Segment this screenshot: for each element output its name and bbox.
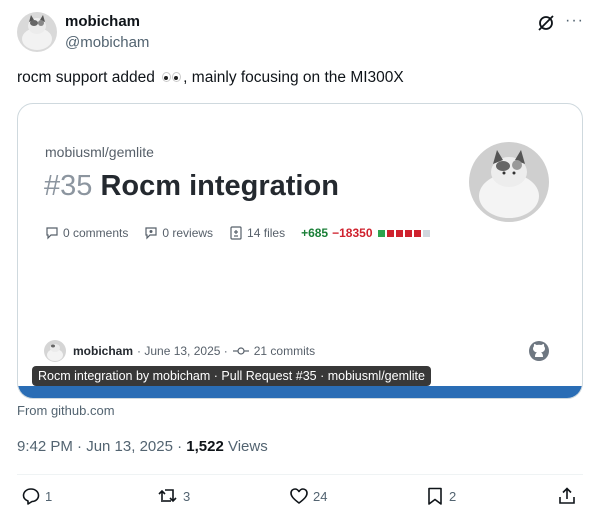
comment-icon <box>46 227 58 240</box>
diff-block <box>386 230 394 237</box>
views-label: Views <box>223 438 268 455</box>
author-display-name[interactable]: mobicham <box>65 13 140 30</box>
share-button[interactable] <box>557 486 581 506</box>
action-bar: 1 3 24 2 <box>17 486 583 510</box>
github-icon <box>528 340 550 362</box>
deletions: −18350 <box>332 226 373 240</box>
eyes-icon <box>160 69 182 83</box>
reply-icon <box>22 488 40 505</box>
files-count: 14 files <box>247 226 286 240</box>
files-stat: 14 files <box>229 226 285 240</box>
diff-block <box>404 230 412 237</box>
tweet-text-start: rocm support added <box>17 69 155 86</box>
repo-avatar <box>469 142 549 222</box>
like-button[interactable]: 24 <box>289 486 327 506</box>
repost-icon <box>158 489 177 503</box>
like-count: 24 <box>313 488 328 504</box>
diff-block <box>422 230 430 237</box>
reply-count: 1 <box>45 488 53 504</box>
pr-author-row: mobicham · June 13, 2025 · 21 commits <box>44 340 315 362</box>
timestamp[interactable]: 9:42 PM · Jun 13, 2025 · <box>17 438 186 455</box>
comments-count: 0 comments <box>63 226 129 240</box>
pr-name: Rocm integration <box>100 170 339 202</box>
diff-bar <box>377 226 432 240</box>
heart-icon <box>290 488 308 504</box>
author-avatar[interactable] <box>17 12 57 52</box>
pr-number: #35 <box>44 170 93 202</box>
card-caption: Rocm integration by mobicham · Pull Requ… <box>32 366 431 386</box>
review-icon <box>145 227 157 240</box>
pr-author-avatar <box>44 340 66 362</box>
repost-button[interactable]: 3 <box>157 486 190 506</box>
grok-icon[interactable] <box>537 14 555 32</box>
diff-block <box>377 230 385 237</box>
reviews-stat: 0 reviews <box>144 226 213 240</box>
additions: +685 <box>301 226 329 240</box>
views-count: 1,522 <box>186 438 224 455</box>
repo-name: mobiusml/gemlite <box>45 144 154 160</box>
more-icon[interactable]: ··· <box>565 12 584 30</box>
pr-stats: 0 comments 0 reviews 14 files +685 −1835… <box>45 226 432 240</box>
reviews-count: 0 reviews <box>162 226 214 240</box>
bookmark-count: 2 <box>449 488 457 504</box>
tweet-text: rocm support added , mainly focusing on … <box>17 69 404 87</box>
pr-author-name: mobicham <box>73 344 134 358</box>
diff-block <box>395 230 403 237</box>
pr-date: · June 13, 2025 · <box>137 344 228 358</box>
commit-icon <box>232 347 249 355</box>
comments-stat: 0 comments <box>45 226 128 240</box>
share-icon <box>559 487 575 504</box>
tweet-header: mobicham @mobicham ··· <box>17 12 587 56</box>
tweet-text-end: , mainly focusing on the MI300X <box>183 69 404 86</box>
bookmark-icon <box>428 487 442 505</box>
tweet-meta: 9:42 PM · Jun 13, 2025 · 1,522 Views <box>17 438 268 455</box>
pr-title: #35 Rocm integration <box>44 170 339 203</box>
commits-count: 21 commits <box>253 344 316 358</box>
bookmark-button[interactable]: 2 <box>425 486 456 506</box>
file-diff-icon <box>230 226 242 240</box>
card-accent-bar <box>18 386 582 398</box>
repost-count: 3 <box>183 488 191 504</box>
diff-block <box>413 230 421 237</box>
source-link[interactable]: From github.com <box>17 403 115 418</box>
author-handle[interactable]: @mobicham <box>65 34 149 51</box>
divider <box>17 474 583 475</box>
link-preview-card[interactable]: mobiusml/gemlite #35 Rocm integration 0 … <box>17 103 583 399</box>
reply-button[interactable]: 1 <box>21 486 52 506</box>
